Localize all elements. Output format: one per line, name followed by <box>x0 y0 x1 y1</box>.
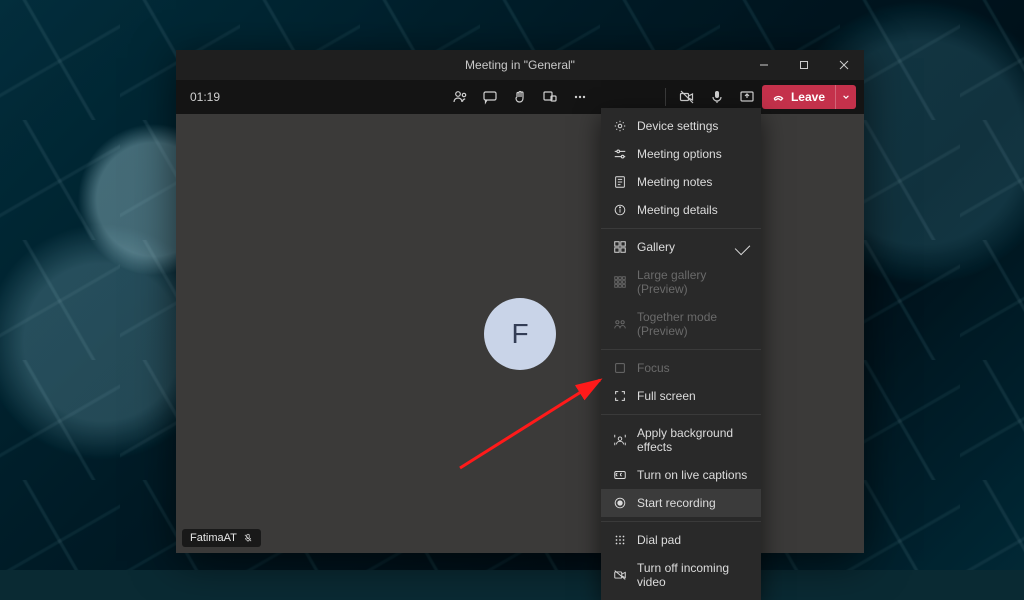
title-bar: Meeting in "General" <box>176 50 864 80</box>
menu-label: Meeting notes <box>637 175 712 189</box>
toolbar-divider <box>665 88 666 106</box>
video-off-icon <box>613 568 627 582</box>
participants-button[interactable] <box>445 82 475 112</box>
breakout-rooms-button[interactable] <box>535 82 565 112</box>
sliders-icon <box>613 147 627 161</box>
menu-label: Device settings <box>637 119 718 133</box>
chevron-down-icon <box>842 93 850 101</box>
leave-label: Leave <box>791 90 825 104</box>
window-title: Meeting in "General" <box>465 58 575 72</box>
menu-start-recording[interactable]: Start recording <box>601 489 761 517</box>
info-icon <box>613 203 627 217</box>
raise-hand-button[interactable] <box>505 82 535 112</box>
menu-label: Large gallery (Preview) <box>637 268 749 296</box>
background-icon <box>613 433 627 447</box>
menu-label: Gallery <box>637 240 675 254</box>
menu-live-captions[interactable]: Turn on live captions <box>601 461 761 489</box>
notes-icon <box>613 175 627 189</box>
window-controls <box>744 50 864 80</box>
menu-label: Dial pad <box>637 533 681 547</box>
captions-icon <box>613 468 627 482</box>
gallery-icon <box>613 240 627 254</box>
menu-full-screen[interactable]: Full screen <box>601 382 761 410</box>
menu-device-settings[interactable]: Device settings <box>601 112 761 140</box>
menu-large-gallery: Large gallery (Preview) <box>601 261 761 303</box>
menu-meeting-notes[interactable]: Meeting notes <box>601 168 761 196</box>
chat-button[interactable] <box>475 82 505 112</box>
more-actions-button[interactable] <box>565 82 595 112</box>
participant-name-pill: FatimaAT <box>182 529 261 547</box>
gear-icon <box>613 119 627 133</box>
avatar-initial: F <box>511 318 528 350</box>
record-icon <box>613 496 627 510</box>
menu-label: Meeting details <box>637 203 718 217</box>
menu-gallery[interactable]: Gallery <box>601 233 761 261</box>
menu-meeting-details[interactable]: Meeting details <box>601 196 761 224</box>
leave-chevron[interactable] <box>835 85 856 109</box>
menu-meeting-options[interactable]: Meeting options <box>601 140 761 168</box>
maximize-button[interactable] <box>784 50 824 80</box>
menu-separator <box>601 414 761 415</box>
meeting-timer: 01:19 <box>190 90 220 104</box>
dialpad-icon <box>613 533 627 547</box>
fullscreen-icon <box>613 389 627 403</box>
close-button[interactable] <box>824 50 864 80</box>
menu-label: Turn on live captions <box>637 468 747 482</box>
large-gallery-icon <box>613 275 627 289</box>
menu-label: Meeting options <box>637 147 722 161</box>
menu-label: Together mode (Preview) <box>637 310 749 338</box>
menu-label: Start recording <box>637 496 716 510</box>
focus-icon <box>613 361 627 375</box>
participant-name: FatimaAT <box>190 532 237 544</box>
together-icon <box>613 317 627 331</box>
more-actions-menu: Device settings Meeting options Meeting … <box>601 108 761 600</box>
menu-separator <box>601 349 761 350</box>
participant-avatar: F <box>484 298 556 370</box>
menu-dial-pad[interactable]: Dial pad <box>601 526 761 554</box>
menu-turn-off-incoming-video[interactable]: Turn off incoming video <box>601 554 761 596</box>
menu-separator <box>601 228 761 229</box>
leave-button-main[interactable]: Leave <box>762 85 835 109</box>
toolbar-center <box>445 82 595 112</box>
menu-separator <box>601 521 761 522</box>
menu-together-mode: Together mode (Preview) <box>601 303 761 345</box>
hangup-icon <box>772 91 785 104</box>
leave-button[interactable]: Leave <box>762 85 856 109</box>
minimize-button[interactable] <box>744 50 784 80</box>
menu-label: Focus <box>637 361 670 375</box>
menu-label: Full screen <box>637 389 696 403</box>
menu-focus: Focus <box>601 354 761 382</box>
mic-muted-icon <box>243 533 253 543</box>
menu-label: Apply background effects <box>637 426 749 454</box>
menu-background-effects[interactable]: Apply background effects <box>601 419 761 461</box>
menu-label: Turn off incoming video <box>637 561 749 589</box>
